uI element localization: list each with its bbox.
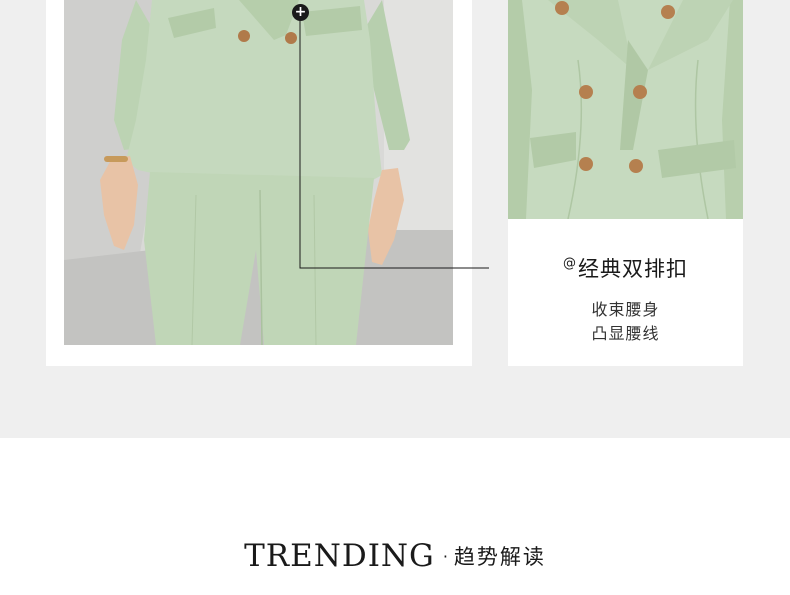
detail-photo (508, 0, 743, 219)
trending-heading: TRENDING · 趋势解读 (0, 538, 790, 578)
detail-card: @经典双排扣 收束腰身 凸显腰线 (508, 0, 743, 366)
detail-title-text: 经典双排扣 (578, 257, 688, 281)
model-photo (64, 0, 453, 345)
detail-description-line-1: 收束腰身 (591, 300, 660, 319)
trending-title-cn: 趋势解读 (453, 545, 546, 569)
detail-description-line-2: 凸显腰线 (591, 324, 660, 343)
plus-icon[interactable]: + (292, 4, 309, 21)
detail-title: @经典双排扣 (508, 253, 743, 283)
trending-title-en: TRENDING (244, 538, 435, 574)
trending-separator: · (442, 546, 448, 566)
detail-title-prefix: @ (563, 256, 577, 271)
detail-caption: @经典双排扣 收束腰身 凸显腰线 (508, 219, 743, 366)
model-photo-card (46, 0, 472, 366)
